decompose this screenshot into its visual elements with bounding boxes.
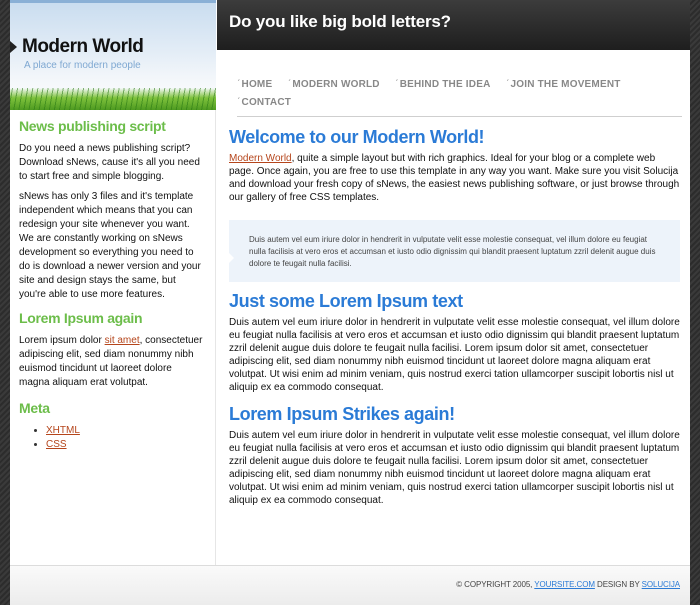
brand-banner: Modern World A place for modern people <box>10 0 216 110</box>
solucija-link[interactable]: SOLUCIJA <box>642 580 680 589</box>
sidebar-paragraph: Do you need a news publishing script? Do… <box>19 143 200 182</box>
nav-tick-icon: ˊ <box>237 79 241 90</box>
section-lorem: Just some Lorem Ipsum text Duis autem ve… <box>229 291 680 394</box>
nav-label: HOME <box>241 79 273 90</box>
nav-item-home[interactable]: ˊHOME <box>237 78 272 92</box>
section-heading: Just some Lorem Ipsum text <box>229 291 463 311</box>
welcome-paragraph: Modern World, quite a simple layout but … <box>229 152 680 204</box>
sidebar-heading-lorem: Lorem Ipsum again <box>19 310 143 326</box>
yoursite-link[interactable]: YOURSITE.COM <box>534 580 595 589</box>
section-heading: Lorem Ipsum Strikes again! <box>229 404 455 424</box>
sidebar-heading-meta: Meta <box>19 400 50 416</box>
nav-label: MODERN WORLD <box>292 79 380 90</box>
welcome-heading: Welcome to our Modern World! <box>229 127 485 147</box>
text-fragment: Lorem ipsum dolor <box>19 335 105 346</box>
nav-item-modern-world[interactable]: ˊMODERN WORLD <box>288 78 380 92</box>
banner-top-line <box>10 0 216 3</box>
nav-label: BEHIND THE IDEA <box>399 79 491 90</box>
text-fragment: , quite a simple layout but with rich gr… <box>229 153 680 203</box>
nav-label: JOIN THE MOVEMENT <box>510 79 621 90</box>
design-by-text: DESIGN BY <box>594 580 642 589</box>
page: Modern World A place for modern people N… <box>10 0 690 605</box>
section-strikes: Lorem Ipsum Strikes again! Duis autem ve… <box>229 404 680 507</box>
css-link[interactable]: CSS <box>46 439 67 450</box>
header-title: Do you like big bold letters? <box>217 0 690 50</box>
meta-item: CSS <box>46 438 205 452</box>
section-paragraph: Duis autem vel eum iriure dolor in hendr… <box>229 317 680 393</box>
blockquote: Duis autem vel eum iriure dolor in hendr… <box>229 220 680 282</box>
main-nav: ˊHOME ˊMODERN WORLD ˊBEHIND THE IDEA ˊJO… <box>217 50 677 110</box>
sit-amet-link[interactable]: sit amet <box>105 335 140 346</box>
main-column: Do you like big bold letters? ˊHOME ˊMOD… <box>217 0 690 565</box>
nav-item-contact[interactable]: ˊCONTACT <box>237 96 291 110</box>
brand-arrow-icon <box>10 41 17 53</box>
section-paragraph: Duis autem vel eum iriure dolor in hendr… <box>229 430 680 506</box>
footer-text: © COPYRIGHT 2005, YOURSITE.COM DESIGN BY… <box>456 580 680 589</box>
site-title[interactable]: Modern World <box>22 36 144 58</box>
grass-decoration <box>10 88 216 110</box>
nav-label: CONTACT <box>241 97 292 108</box>
sidebar-heading-news: News publishing script <box>19 118 166 134</box>
nav-tick-icon: ˊ <box>505 79 510 90</box>
meta-list: XHTML CSS <box>46 424 205 452</box>
sidebar: Modern World A place for modern people N… <box>10 0 216 565</box>
sidebar-paragraph-lorem: Lorem ipsum dolor sit amet, consectetuer… <box>19 334 205 390</box>
nav-tick-icon: ˊ <box>287 79 292 90</box>
main-content: Welcome to our Modern World! Modern Worl… <box>217 117 690 507</box>
nav-item-behind-the-idea[interactable]: ˊBEHIND THE IDEA <box>395 78 490 92</box>
nav-item-join-the-movement[interactable]: ˊJOIN THE MOVEMENT <box>506 78 621 92</box>
sidebar-content: News publishing script Do you need a new… <box>10 110 215 452</box>
xhtml-link[interactable]: XHTML <box>46 425 80 436</box>
sidebar-paragraph: sNews has only 3 files and it's template… <box>19 191 201 300</box>
modern-world-link[interactable]: Modern World <box>229 153 292 164</box>
nav-tick-icon: ˊ <box>395 79 399 90</box>
site-tagline: A place for modern people <box>24 60 141 71</box>
copyright-text: © COPYRIGHT 2005, <box>456 580 535 589</box>
meta-item: XHTML <box>46 424 205 438</box>
footer: © COPYRIGHT 2005, YOURSITE.COM DESIGN BY… <box>10 565 690 605</box>
nav-tick-icon: ˊ <box>237 97 241 108</box>
